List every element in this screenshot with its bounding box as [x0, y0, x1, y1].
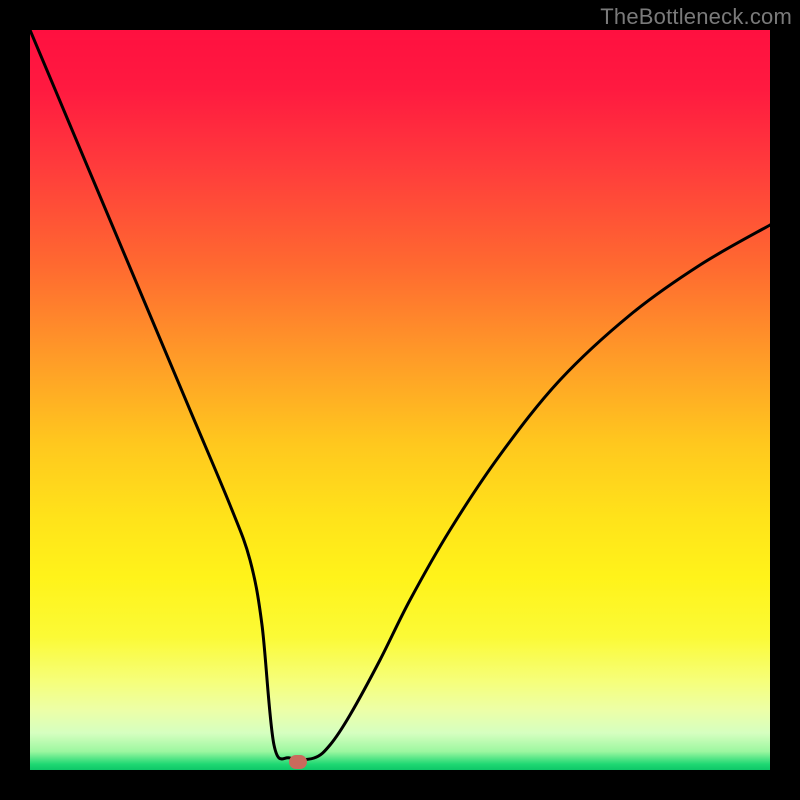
- chart-frame: TheBottleneck.com: [0, 0, 800, 800]
- watermark-text: TheBottleneck.com: [600, 4, 792, 30]
- optimal-point-marker: [289, 755, 307, 769]
- plot-area: [30, 30, 770, 770]
- bottleneck-curve-svg: [30, 30, 770, 770]
- bottleneck-curve-path: [30, 30, 770, 760]
